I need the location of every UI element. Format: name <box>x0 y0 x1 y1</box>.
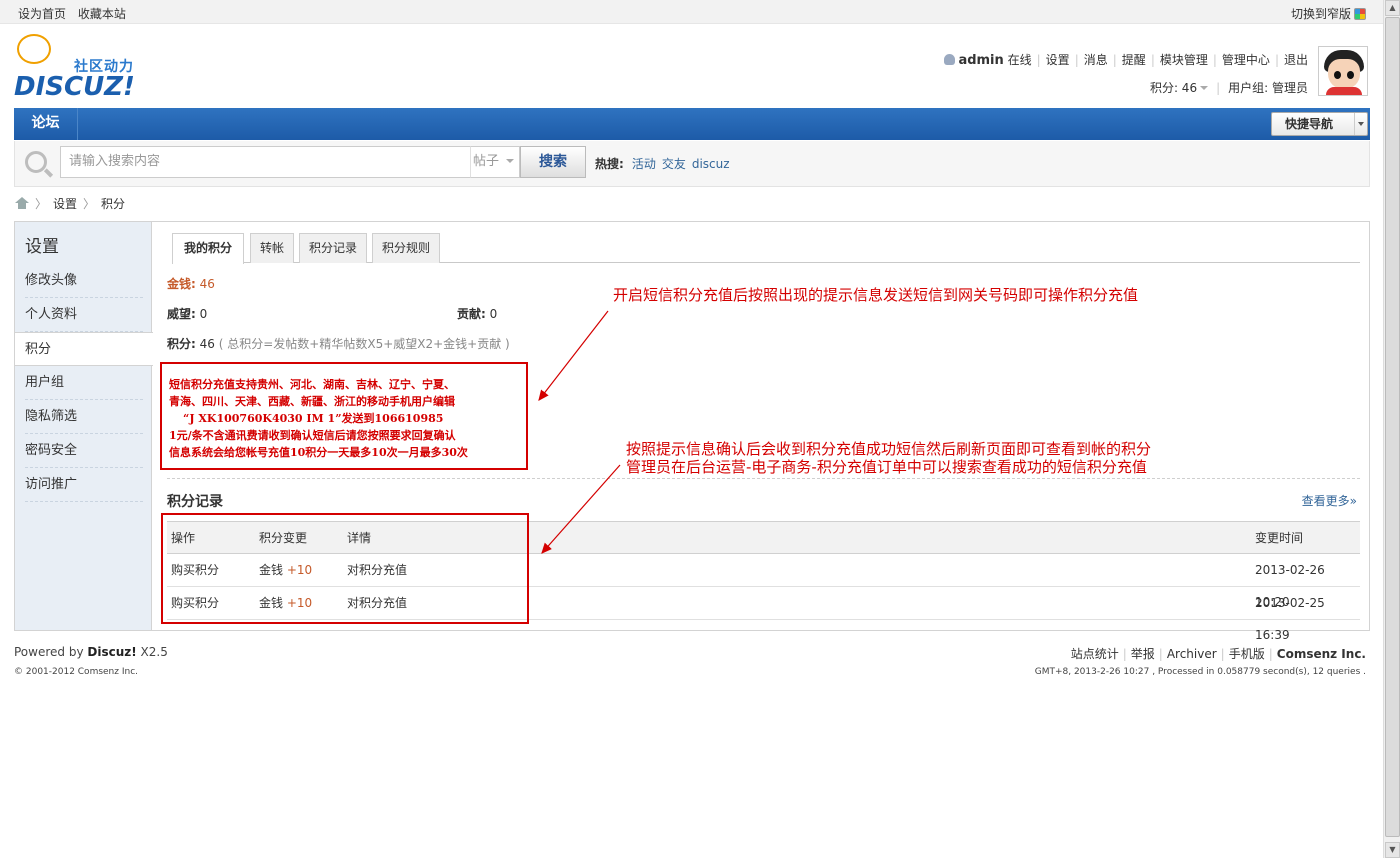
annotation-arrows <box>538 310 621 554</box>
debug-info: GMT+8, 2013-2-26 10:27 , Processed in 0.… <box>1034 667 1366 677</box>
arrow-to-records <box>541 464 621 554</box>
footer-links: 站点统计 | 举报 | Archiver | 手机版 | Comsenz Inc. <box>1070 647 1366 661</box>
powered-brand[interactable]: Discuz! <box>87 645 136 659</box>
powered-prefix: Powered by <box>14 645 88 659</box>
arrow-to-notice <box>538 310 609 401</box>
powered-version: X2.5 <box>136 645 168 659</box>
footer-link-report[interactable]: 举报 <box>1131 647 1155 661</box>
footer-link-archiver[interactable]: Archiver <box>1167 647 1217 661</box>
powered-by: Powered by Discuz! X2.5 <box>14 645 168 659</box>
footer-company[interactable]: Comsenz Inc. <box>1277 647 1366 661</box>
footer-link-stats[interactable]: 站点统计 <box>1071 647 1119 661</box>
copyright: © 2001-2012 Comsenz Inc. <box>14 667 139 677</box>
footer-link-mobile[interactable]: 手机版 <box>1229 647 1265 661</box>
